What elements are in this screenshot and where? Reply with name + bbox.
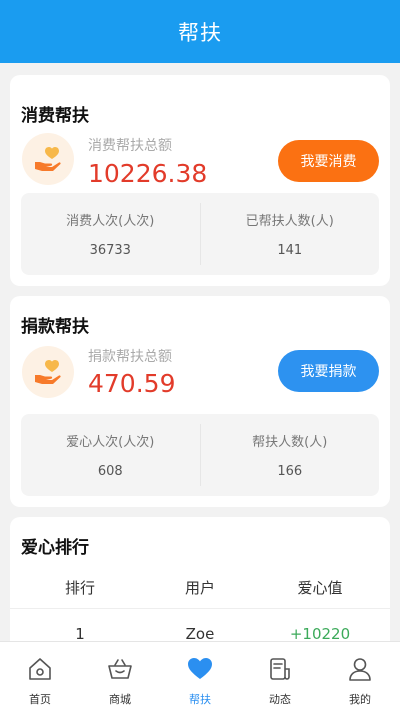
donate-stats-panel: 爱心人次(人次) 608 帮扶人数(人) 166	[21, 414, 379, 496]
column-header-love-value: 爱心值	[297, 579, 343, 597]
tab-news[interactable]: 动态	[240, 642, 320, 710]
table-row[interactable]: 1 Zoe +10220	[10, 613, 390, 641]
stat-value: 141	[277, 243, 303, 258]
user-cell: Zoe	[185, 625, 215, 641]
tab-label: 首页	[29, 693, 51, 706]
page-header: 帮扶	[0, 0, 400, 63]
donate-card-title: 捐款帮扶	[21, 317, 89, 337]
love-value-cell: +10220	[289, 625, 351, 641]
ranking-title: 爱心排行	[21, 538, 89, 558]
tab-mine[interactable]: 我的	[320, 642, 400, 710]
donate-button[interactable]: 我要捐款	[278, 350, 379, 392]
helped-people-stat: 已帮扶人数(人) 141	[199, 203, 380, 265]
ranking-table-header: 排行 用户 爱心值	[10, 567, 390, 609]
tab-label: 动态	[269, 693, 291, 706]
stat-label: 已帮扶人数(人)	[245, 214, 334, 229]
consume-total-amount: 10226.38	[88, 159, 208, 188]
helped-people-stat: 帮扶人数(人) 166	[199, 424, 380, 486]
heart-hand-icon	[22, 346, 74, 398]
consume-support-card: 消费帮扶 消费帮扶总额 10226.38 我要消费 消费人次(人次) 36733…	[10, 75, 390, 286]
column-header-rank: 排行	[64, 579, 95, 597]
stat-value: 166	[277, 464, 303, 479]
page-title: 帮扶	[178, 20, 222, 45]
stat-value: 36733	[89, 243, 131, 258]
document-icon	[270, 658, 290, 680]
consume-total-label: 消费帮扶总额	[88, 138, 172, 154]
donate-support-card: 捐款帮扶 捐款帮扶总额 470.59 我要捐款 爱心人次(人次) 608 帮扶人…	[10, 296, 390, 507]
user-icon	[349, 658, 371, 681]
stat-label: 消费人次(人次)	[66, 214, 155, 229]
donate-total-label: 捐款帮扶总额	[88, 349, 172, 365]
consume-card-title: 消费帮扶	[21, 106, 89, 126]
love-count-stat: 爱心人次(人次) 608	[21, 414, 200, 496]
consume-stats-panel: 消费人次(人次) 36733 已帮扶人数(人) 141	[21, 193, 379, 275]
home-icon	[29, 658, 51, 680]
tab-label: 我的	[349, 693, 371, 706]
column-header-user: 用户	[184, 579, 215, 597]
tab-label: 帮扶	[189, 693, 211, 706]
consume-button[interactable]: 我要消费	[278, 140, 379, 182]
bottom-tab-bar: 首页 商城 帮扶 动态 我的	[0, 641, 400, 710]
stat-label: 爱心人次(人次)	[66, 435, 155, 450]
tab-mall[interactable]: 商城	[80, 642, 160, 710]
basket-icon	[108, 659, 132, 679]
heart-hand-icon	[22, 133, 74, 185]
main-content[interactable]: 消费帮扶 消费帮扶总额 10226.38 我要消费 消费人次(人次) 36733…	[0, 63, 400, 641]
consume-count-stat: 消费人次(人次) 36733	[21, 193, 200, 275]
donate-total-amount: 470.59	[88, 369, 176, 398]
tab-home[interactable]: 首页	[0, 642, 80, 710]
heart-icon	[188, 658, 212, 679]
rank-cell: 1	[75, 625, 85, 641]
stat-label: 帮扶人数(人)	[252, 435, 328, 450]
tab-help[interactable]: 帮扶	[160, 642, 240, 710]
stat-value: 608	[97, 464, 123, 479]
tab-label: 商城	[109, 693, 131, 706]
love-ranking-card: 爱心排行 排行 用户 爱心值 1 Zoe +10220	[10, 517, 390, 641]
